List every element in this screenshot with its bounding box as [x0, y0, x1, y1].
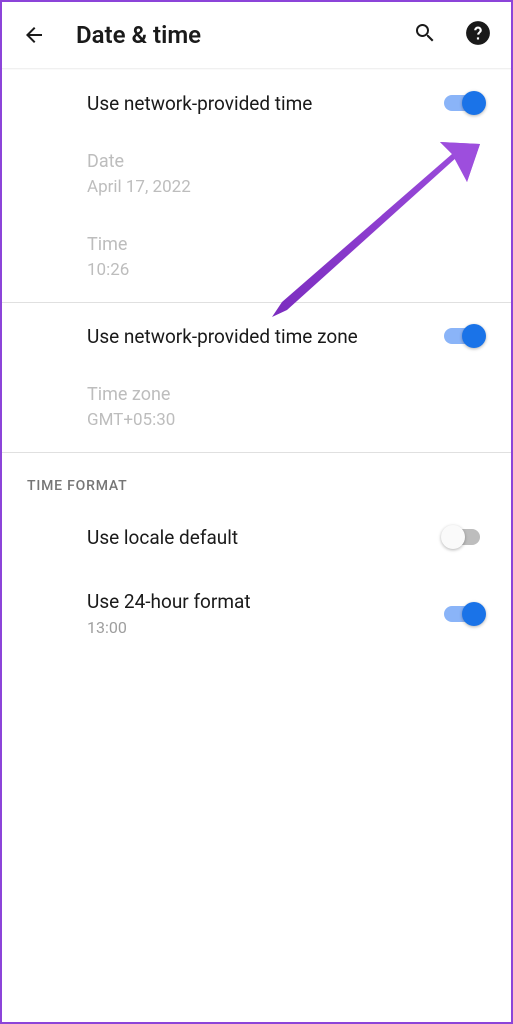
date-value: April 17, 2022: [87, 177, 486, 197]
timezone-row: Time zone GMT+05:30: [2, 369, 511, 452]
network-time-toggle[interactable]: [444, 90, 486, 116]
page-title: Date & time: [76, 21, 383, 49]
timezone-label: Time zone: [87, 384, 486, 405]
date-label: Date: [87, 151, 486, 172]
time-row: Time 10:26: [2, 219, 511, 302]
network-time-row[interactable]: Use network-provided time: [2, 70, 511, 136]
time-value: 10:26: [87, 260, 486, 280]
network-time-label: Use network-provided time: [87, 92, 444, 115]
use-24hour-label: Use 24-hour format: [87, 590, 444, 613]
use-24hour-toggle[interactable]: [444, 601, 486, 627]
locale-default-row[interactable]: Use locale default: [2, 504, 511, 570]
locale-default-label: Use locale default: [87, 526, 444, 549]
help-icon[interactable]: [465, 20, 491, 50]
search-icon[interactable]: [413, 21, 437, 49]
timezone-value: GMT+05:30: [87, 410, 486, 430]
time-format-header: TIME FORMAT: [2, 453, 511, 504]
network-timezone-row[interactable]: Use network-provided time zone: [2, 303, 511, 369]
locale-default-toggle[interactable]: [444, 524, 486, 550]
back-button[interactable]: [22, 23, 46, 47]
network-timezone-toggle[interactable]: [444, 323, 486, 349]
network-timezone-label: Use network-provided time zone: [87, 325, 444, 348]
time-label: Time: [87, 234, 486, 255]
date-row: Date April 17, 2022: [2, 136, 511, 219]
use-24hour-value: 13:00: [87, 618, 444, 637]
use-24hour-row[interactable]: Use 24-hour format 13:00: [2, 570, 511, 657]
